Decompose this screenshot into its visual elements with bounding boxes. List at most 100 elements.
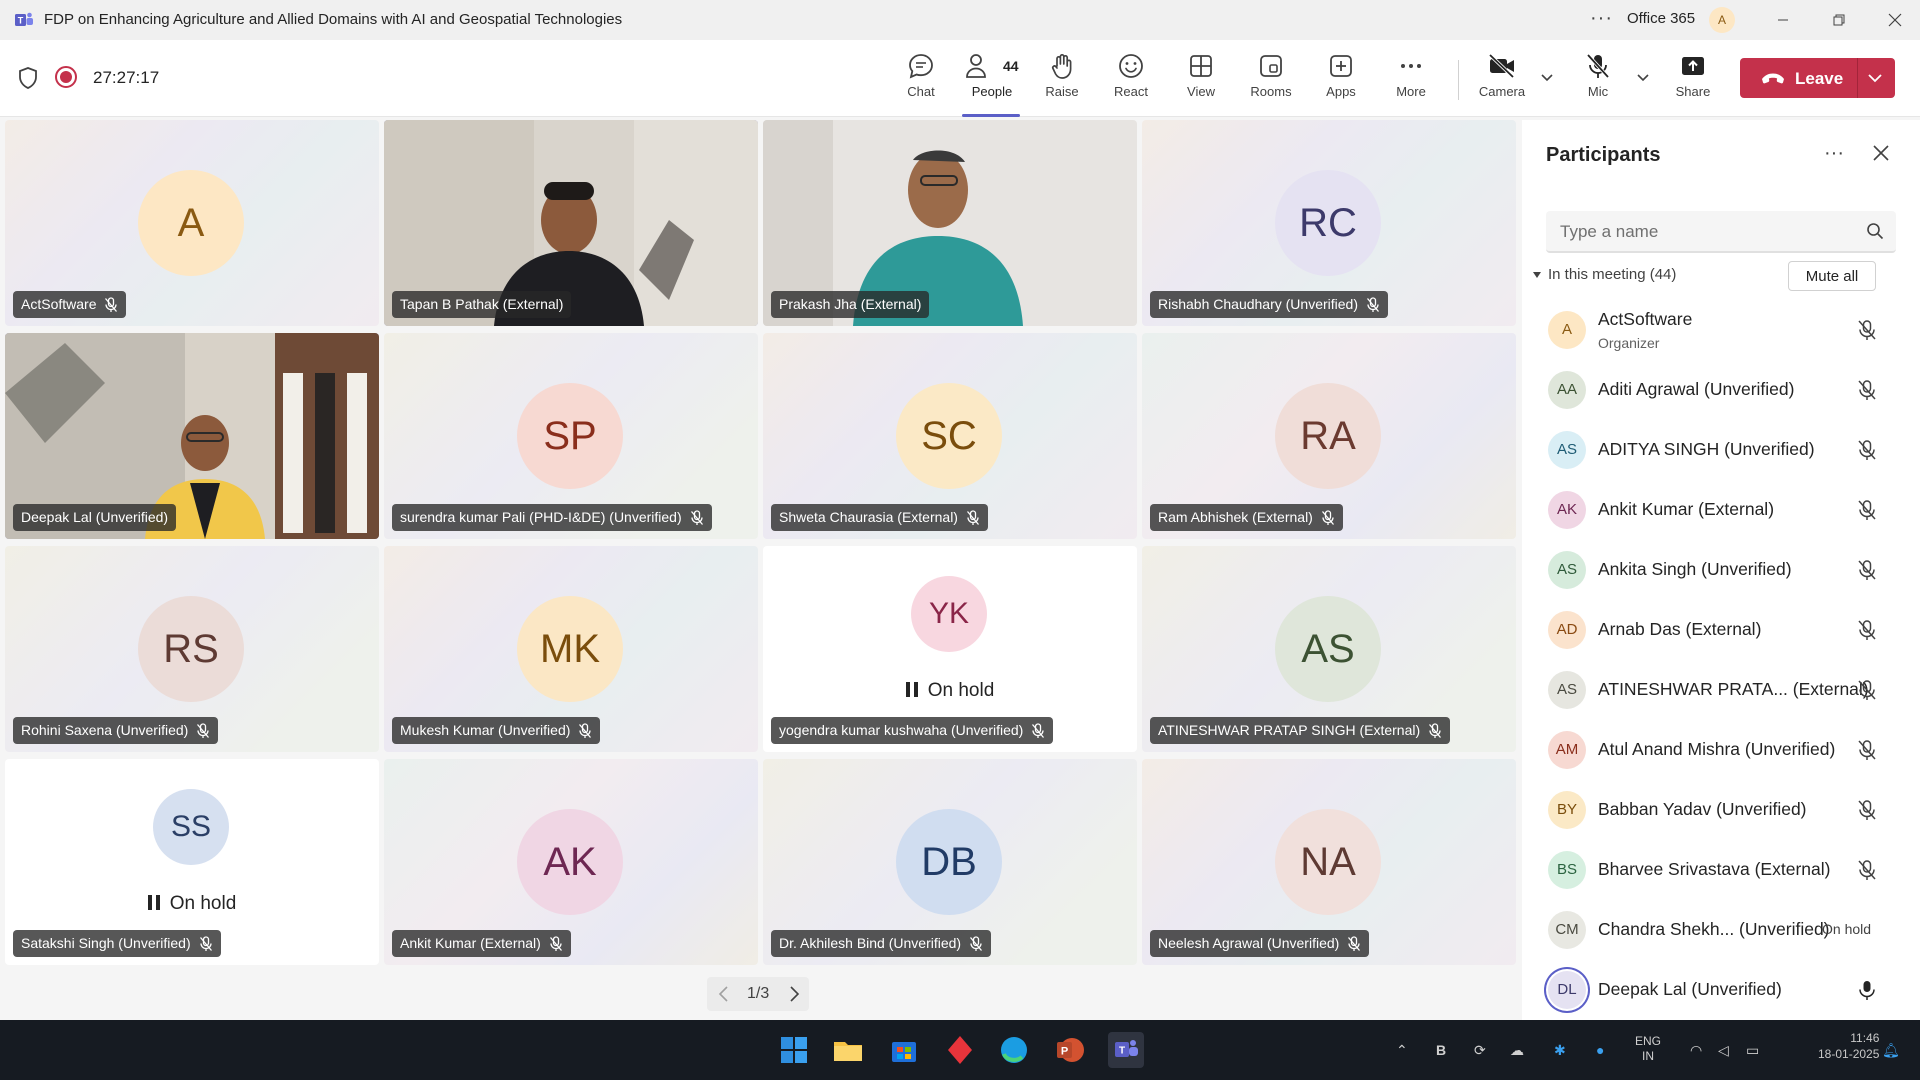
- participant-tile[interactable]: MK Mukesh Kumar (Unverified): [384, 546, 758, 752]
- chat-button[interactable]: Chat: [891, 52, 951, 112]
- minimize-button[interactable]: [1768, 6, 1798, 34]
- in-meeting-section-toggle[interactable]: In this meeting (44): [1532, 266, 1676, 283]
- participant-tile[interactable]: Tapan B Pathak (External): [384, 120, 758, 326]
- camera-button[interactable]: Camera: [1472, 52, 1532, 112]
- raise-label: Raise: [1045, 84, 1079, 99]
- restore-button[interactable]: [1824, 6, 1854, 34]
- mic-off-icon[interactable]: [1856, 679, 1878, 701]
- participant-tile[interactable]: AK Ankit Kumar (External): [384, 759, 758, 965]
- battery-icon[interactable]: ▭: [1746, 1042, 1759, 1059]
- app-diamond-icon[interactable]: [942, 1032, 978, 1068]
- participant-tile[interactable]: Deepak Lal (Unverified): [5, 333, 379, 539]
- start-menu-icon[interactable]: [776, 1032, 812, 1068]
- participant-search-input[interactable]: [1560, 221, 1850, 243]
- participant-tile[interactable]: RA Ram Abhishek (External): [1142, 333, 1516, 539]
- tray-overflow-icon[interactable]: ⌃: [1396, 1042, 1408, 1059]
- participant-row[interactable]: AA Aditi Agrawal (Unverified): [1522, 360, 1920, 420]
- mic-off-icon[interactable]: [1856, 379, 1878, 401]
- leave-options-chevron-icon[interactable]: [1867, 71, 1883, 85]
- store-icon[interactable]: [886, 1032, 922, 1068]
- more-button[interactable]: More: [1381, 52, 1441, 112]
- wifi-icon[interactable]: ◠: [1690, 1042, 1702, 1059]
- participant-row[interactable]: AS Ankita Singh (Unverified): [1522, 540, 1920, 600]
- powerpoint-icon[interactable]: P: [1052, 1032, 1088, 1068]
- people-button[interactable]: 44 People: [962, 52, 1022, 117]
- mic-off-icon[interactable]: [1856, 799, 1878, 821]
- meeting-timer: 27:27:17: [93, 68, 160, 87]
- mic-off-icon[interactable]: [1856, 739, 1878, 761]
- volume-icon[interactable]: ◁: [1718, 1042, 1729, 1059]
- participant-tile[interactable]: DB Dr. Akhilesh Bind (Unverified): [763, 759, 1137, 965]
- account-avatar[interactable]: A: [1709, 7, 1735, 33]
- participant-row[interactable]: AD Arnab Das (External): [1522, 600, 1920, 660]
- participant-name: Neelesh Agrawal (Unverified): [1158, 935, 1340, 951]
- svg-text:T: T: [18, 16, 24, 26]
- tray-cloud-icon[interactable]: ☁: [1510, 1042, 1524, 1059]
- participant-name: Shweta Chaurasia (External): [779, 509, 958, 525]
- edge-browser-icon[interactable]: [996, 1032, 1032, 1068]
- participant-tile[interactable]: SS On hold Satakshi Singh (Unverified): [5, 759, 379, 965]
- notification-bell-icon[interactable]: 🔔︎: [1882, 1042, 1900, 1059]
- shield-icon[interactable]: [18, 67, 38, 89]
- participant-row[interactable]: CM Chandra Shekh... (Unverified) On hold: [1522, 900, 1920, 960]
- mic-off-icon[interactable]: [1856, 859, 1878, 881]
- participant-tile[interactable]: NA Neelesh Agrawal (Unverified): [1142, 759, 1516, 965]
- tray-mic-icon[interactable]: ●: [1596, 1042, 1604, 1058]
- participant-tile[interactable]: SC Shweta Chaurasia (External): [763, 333, 1137, 539]
- teams-logo-icon: T: [15, 12, 33, 26]
- participant-row[interactable]: AM Atul Anand Mishra (Unverified): [1522, 720, 1920, 780]
- mic-off-icon[interactable]: [1856, 439, 1878, 461]
- mic-off-icon[interactable]: [1856, 499, 1878, 521]
- teams-taskbar-icon[interactable]: T: [1108, 1032, 1144, 1068]
- participant-row[interactable]: DL Deepak Lal (Unverified): [1522, 960, 1920, 1020]
- raise-hand-button[interactable]: Raise: [1032, 52, 1092, 112]
- mute-all-button[interactable]: Mute all: [1788, 261, 1876, 291]
- view-button[interactable]: View: [1171, 52, 1231, 112]
- file-explorer-icon[interactable]: [830, 1032, 866, 1068]
- participant-row[interactable]: BS Bharvee Srivastava (External): [1522, 840, 1920, 900]
- participant-tile[interactable]: RC Rishabh Chaudhary (Unverified): [1142, 120, 1516, 326]
- camera-options-chevron-icon[interactable]: [1540, 70, 1554, 84]
- mic-off-icon[interactable]: [1856, 319, 1878, 341]
- participant-tile[interactable]: SP surendra kumar Pali (PHD-I&DE) (Unveri…: [384, 333, 758, 539]
- tray-app-icon[interactable]: B: [1436, 1042, 1446, 1058]
- bluetooth-icon[interactable]: ✱: [1554, 1042, 1566, 1059]
- react-button[interactable]: React: [1101, 52, 1161, 112]
- rooms-button[interactable]: Rooms: [1241, 52, 1301, 112]
- panel-more-icon[interactable]: ···: [1824, 142, 1844, 165]
- participant-row[interactable]: AK Ankit Kumar (External): [1522, 480, 1920, 540]
- more-options-icon[interactable]: ···: [1590, 7, 1613, 30]
- mic-off-icon[interactable]: [1856, 559, 1878, 581]
- close-window-button[interactable]: [1880, 6, 1910, 34]
- apps-button[interactable]: Apps: [1311, 52, 1371, 112]
- participant-avatar: SC: [896, 383, 1002, 489]
- participant-avatar: SS: [153, 789, 229, 865]
- participant-row[interactable]: BY Babban Yadav (Unverified): [1522, 780, 1920, 840]
- mic-off-icon[interactable]: [1856, 619, 1878, 641]
- participant-row[interactable]: A ActSoftware Organizer: [1522, 300, 1920, 360]
- participant-tile[interactable]: A ActSoftware: [5, 120, 379, 326]
- share-button[interactable]: Share: [1663, 52, 1723, 112]
- system-clock[interactable]: 11:46 18-01-2025: [1818, 1030, 1879, 1062]
- participant-name: Ankit Kumar (External): [400, 935, 541, 951]
- participant-tile[interactable]: RS Rohini Saxena (Unverified): [5, 546, 379, 752]
- participant-name-tag: ATINESHWAR PRATAP SINGH (External): [1150, 717, 1451, 744]
- previous-page-icon[interactable]: [717, 985, 731, 1003]
- participant-tile[interactable]: YK On hold yogendra kumar kushwaha (Unveri…: [763, 546, 1137, 752]
- close-panel-icon[interactable]: [1872, 144, 1890, 162]
- mic-on-icon[interactable]: [1856, 979, 1878, 1001]
- leave-button[interactable]: Leave: [1740, 58, 1895, 98]
- mic-options-chevron-icon[interactable]: [1636, 70, 1650, 84]
- next-page-icon[interactable]: [787, 985, 801, 1003]
- on-hold-status: On hold: [5, 893, 379, 915]
- language-indicator[interactable]: ENG IN: [1635, 1034, 1661, 1064]
- mic-button[interactable]: Mic: [1568, 52, 1628, 112]
- region-code: IN: [1642, 1049, 1654, 1063]
- window-title: FDP on Enhancing Agriculture and Allied …: [44, 11, 623, 28]
- participant-row[interactable]: AS ATINESHWAR PRATA... (External): [1522, 660, 1920, 720]
- tray-sync-icon[interactable]: ⟳: [1474, 1042, 1486, 1059]
- participant-tile[interactable]: Prakash Jha (External): [763, 120, 1137, 326]
- search-icon[interactable]: [1866, 222, 1884, 240]
- participant-row[interactable]: AS ADITYA SINGH (Unverified): [1522, 420, 1920, 480]
- participant-tile[interactable]: AS ATINESHWAR PRATAP SINGH (External): [1142, 546, 1516, 752]
